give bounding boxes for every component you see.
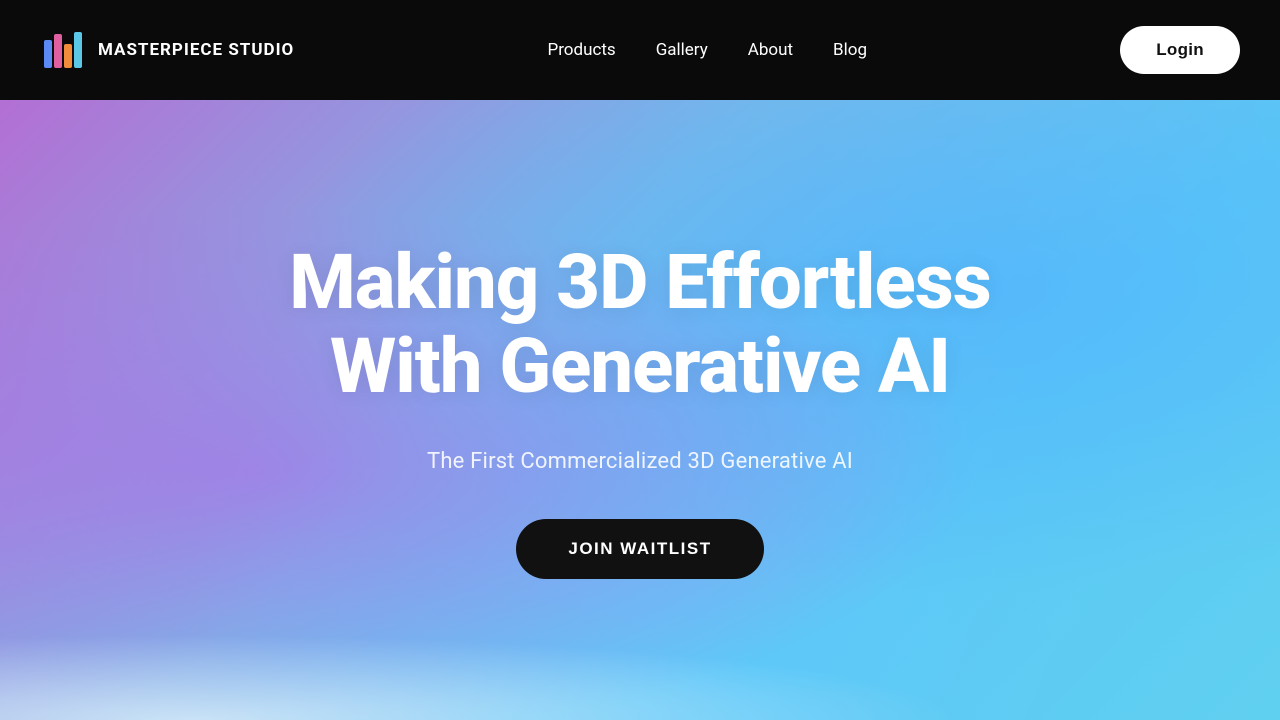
navbar: MASTERPIECE STUDIO Products Gallery Abou… [0, 0, 1280, 100]
nav-item-about[interactable]: About [748, 40, 793, 60]
cta-button[interactable]: JOIN WAITLIST [516, 519, 763, 579]
login-button[interactable]: Login [1120, 26, 1240, 74]
nav-links: Products Gallery About Blog [547, 40, 867, 60]
hero-section: Making 3D Effortless With Generative AI … [0, 100, 1280, 720]
logo-text: MASTERPIECE STUDIO [98, 40, 294, 60]
logo[interactable]: MASTERPIECE STUDIO [40, 26, 294, 74]
hero-subtitle: The First Commercialized 3D Generative A… [427, 449, 853, 474]
nav-item-products[interactable]: Products [547, 40, 615, 60]
logo-icon [40, 26, 88, 74]
hero-title: Making 3D Effortless With Generative AI [289, 241, 990, 408]
nav-item-blog[interactable]: Blog [833, 40, 867, 60]
hero-content: Making 3D Effortless With Generative AI … [289, 241, 990, 578]
nav-item-gallery[interactable]: Gallery [656, 40, 708, 60]
